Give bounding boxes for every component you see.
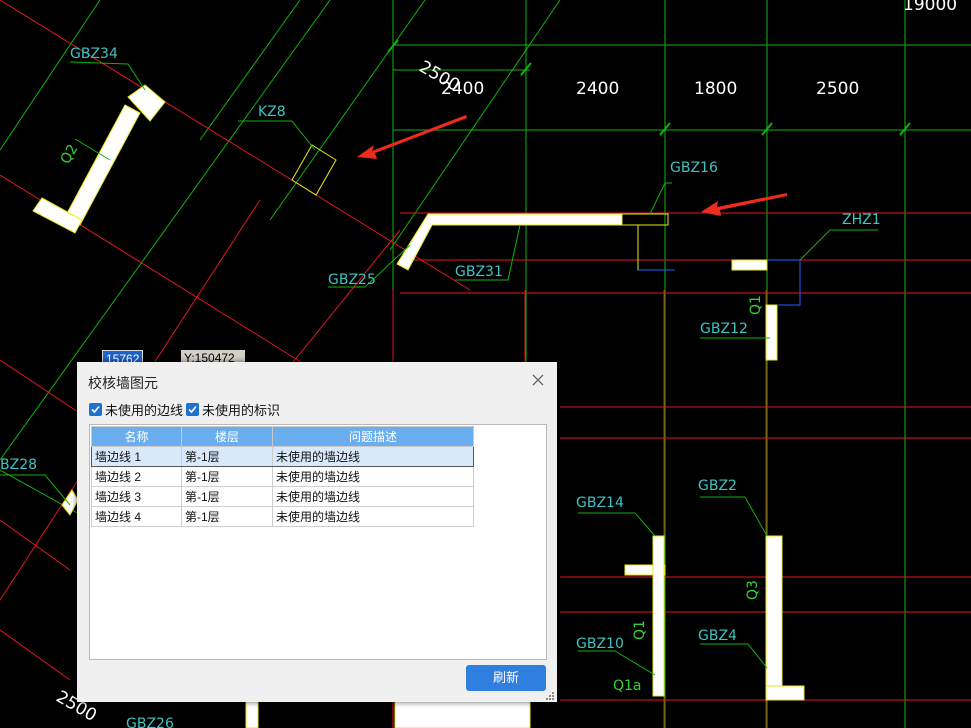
cell-floor: 第-1层	[181, 446, 273, 467]
label-q2: Q2	[58, 142, 82, 167]
label-gbz28: BZ28	[0, 457, 37, 473]
label-gbz4: GBZ4	[698, 628, 737, 644]
cell-description: 未使用的墙边线	[272, 466, 474, 487]
label-q1-mid: Q1	[632, 620, 648, 640]
unused-edges-label: 未使用的边线	[105, 402, 184, 418]
label-gbz31: GBZ31	[455, 264, 503, 280]
cell-name: 墙边线 1	[91, 446, 182, 467]
cell-floor: 第-1层	[181, 506, 273, 527]
cell-name: 墙边线 2	[91, 466, 182, 487]
label-kz8: KZ8	[258, 104, 286, 120]
checkbox-checked-icon[interactable]	[89, 402, 102, 416]
label-q1-top: Q1	[748, 295, 764, 315]
dimension-1: 2400	[576, 79, 619, 99]
check-wall-elements-dialog: 校核墙图元 未使用的边线 未使用的标识 名称 楼层 问题描述 墙边线 1 第-1…	[77, 362, 557, 702]
label-gbz14: GBZ14	[576, 495, 624, 511]
column-header-description[interactable]: 问题描述	[272, 426, 474, 447]
cell-name: 墙边线 3	[91, 486, 182, 507]
label-gbz2: GBZ2	[698, 478, 737, 494]
label-gbz16: GBZ16	[670, 160, 718, 176]
label-zhz1: ZHZ1	[842, 212, 881, 228]
dialog-title: 校核墙图元	[88, 375, 158, 391]
label-q1a: Q1a	[613, 678, 642, 694]
dimension-0: 2400	[441, 79, 484, 99]
label-q3: Q3	[745, 580, 761, 600]
dimension-3: 2500	[816, 79, 859, 99]
close-icon[interactable]	[529, 371, 547, 389]
dialog-title-bar[interactable]: 校核墙图元	[77, 362, 557, 398]
results-table-panel[interactable]: 名称 楼层 问题描述 墙边线 1 第-1层 未使用的墙边线 墙边线 2 第-1层…	[89, 424, 547, 660]
table-row[interactable]: 墙边线 1 第-1层 未使用的墙边线	[91, 446, 474, 467]
table-row[interactable]: 墙边线 2 第-1层 未使用的墙边线	[91, 466, 474, 487]
unused-marks-label: 未使用的标识	[202, 402, 281, 418]
dimension-2: 1800	[694, 79, 737, 99]
cell-description: 未使用的墙边线	[272, 506, 474, 527]
label-gbz25: GBZ25	[328, 272, 376, 288]
refresh-button[interactable]: 刷新	[466, 665, 546, 691]
dimension-top-right: 19000	[903, 0, 957, 15]
resize-grip-icon[interactable]	[545, 690, 555, 700]
label-gbz34: GBZ34	[70, 46, 118, 62]
label-gbz10: GBZ10	[576, 636, 624, 652]
unused-marks-checkbox[interactable]: 未使用的标识	[186, 400, 280, 418]
results-table: 名称 楼层 问题描述 墙边线 1 第-1层 未使用的墙边线 墙边线 2 第-1层…	[91, 426, 474, 527]
table-header-row: 名称 楼层 问题描述	[91, 426, 474, 447]
table-row[interactable]: 墙边线 4 第-1层 未使用的墙边线	[91, 506, 474, 527]
cell-description: 未使用的墙边线	[272, 486, 474, 507]
checkbox-checked-icon[interactable]	[186, 402, 199, 416]
column-header-floor[interactable]: 楼层	[181, 426, 273, 447]
column-header-name[interactable]: 名称	[91, 426, 182, 447]
cell-name: 墙边线 4	[91, 506, 182, 527]
cell-description: 未使用的墙边线	[272, 446, 474, 467]
label-gbz26: GBZ26	[126, 716, 174, 728]
table-row[interactable]: 墙边线 3 第-1层 未使用的墙边线	[91, 486, 474, 507]
cell-floor: 第-1层	[181, 486, 273, 507]
cell-floor: 第-1层	[181, 466, 273, 487]
label-gbz12: GBZ12	[700, 321, 748, 337]
unused-edges-checkbox[interactable]: 未使用的边线	[89, 400, 183, 418]
